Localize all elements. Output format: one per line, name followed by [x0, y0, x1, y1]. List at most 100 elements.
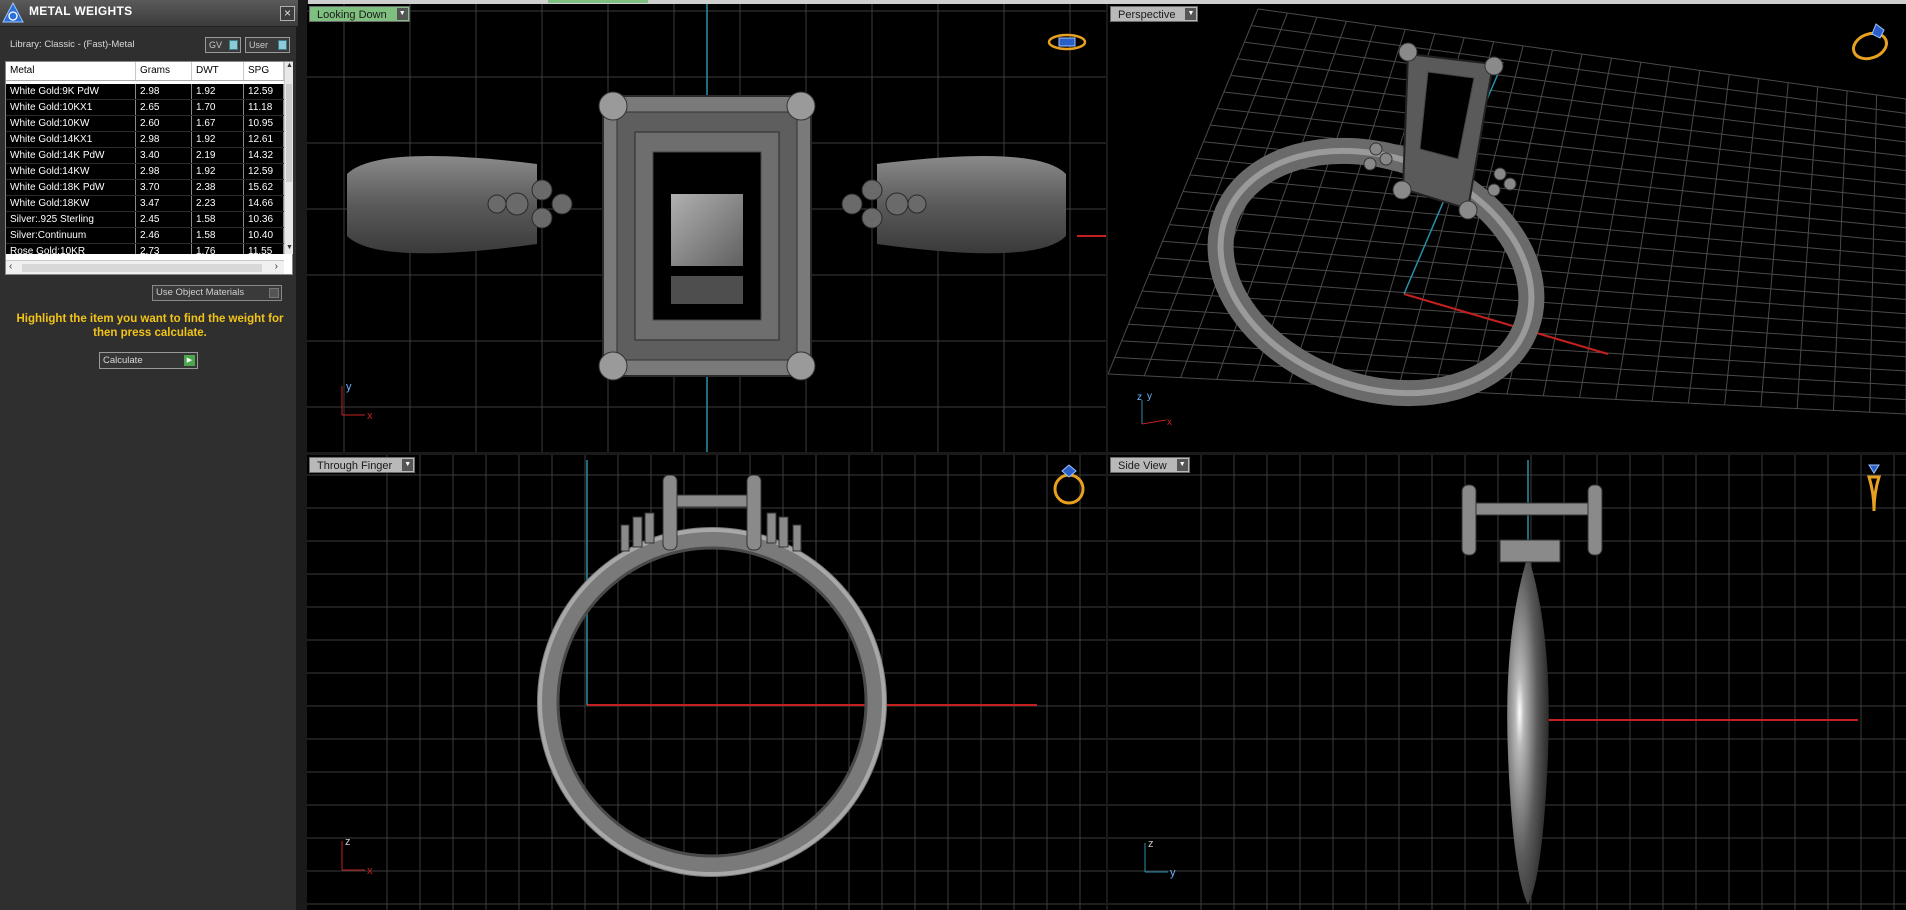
ring-front-icon[interactable]: [1049, 463, 1089, 507]
scroll-right-arrow-icon[interactable]: ›: [275, 261, 278, 272]
axis-label-y: y: [1147, 391, 1152, 402]
cell-spg: 12.59: [244, 164, 284, 179]
cell-dwt: 1.70: [192, 100, 244, 115]
table-row[interactable]: White Gold:18K PdW 3.70 2.38 15.62: [6, 180, 284, 196]
table-row[interactable]: White Gold:14KW 2.98 1.92 12.59: [6, 164, 284, 180]
scrollbar-thumb[interactable]: [286, 84, 292, 182]
user-toggle-label: User: [249, 40, 269, 50]
app-root: METAL WEIGHTS × Library: Classic - (Fast…: [0, 0, 1906, 910]
cell-dwt: 1.76: [192, 244, 244, 254]
close-button[interactable]: ×: [280, 6, 295, 21]
cell-metal: White Gold:9K PdW: [6, 84, 136, 99]
metal-weights-table: Metal Grams DWT SPG White Gold:9K PdW 2.9…: [5, 61, 293, 275]
scroll-left-arrow-icon[interactable]: ‹: [9, 261, 12, 272]
calculate-label: Calculate: [103, 355, 143, 366]
cell-grams: 2.73: [136, 244, 192, 254]
ring-top-icon[interactable]: [1046, 30, 1088, 54]
hscroll-thumb[interactable]: [22, 264, 262, 272]
viewport-perspective[interactable]: Perspective ▼ z y x: [1108, 4, 1906, 452]
side-view-scene: [1108, 455, 1906, 910]
panel-title-bar: METAL WEIGHTS ×: [0, 0, 298, 27]
use-object-materials-knob: [269, 288, 279, 298]
viewport-label-side-view[interactable]: Side View ▼: [1110, 457, 1190, 473]
column-header-spg[interactable]: SPG: [244, 62, 284, 80]
viewport-looking-down[interactable]: Looking Down ▼ y x: [307, 4, 1106, 452]
viewport-label-text: Side View: [1118, 460, 1167, 472]
cell-metal: White Gold:10KW: [6, 116, 136, 131]
side-view-head: [1461, 484, 1603, 563]
use-object-materials-label: Use Object Materials: [156, 287, 245, 298]
table-row[interactable]: White Gold:14KX1 2.98 1.92 12.61: [6, 132, 284, 148]
under-rail: [671, 276, 743, 304]
table-row[interactable]: Silver:.925 Sterling 2.45 1.58 10.36: [6, 212, 284, 228]
table-row[interactable]: Rose Gold:10KR 2.73 1.76 11.55: [6, 244, 284, 254]
ring-perspective-icon[interactable]: [1848, 20, 1892, 64]
cell-metal: White Gold:18K PdW: [6, 180, 136, 195]
table-row[interactable]: White Gold:14K PdW 3.40 2.19 14.32: [6, 148, 284, 164]
cell-spg: 10.40: [244, 228, 284, 243]
table-row[interactable]: White Gold:18KW 3.47 2.23 14.66: [6, 196, 284, 212]
cell-grams: 2.65: [136, 100, 192, 115]
cell-grams: 2.98: [136, 164, 192, 179]
cell-grams: 3.40: [136, 148, 192, 163]
cell-spg: 10.36: [244, 212, 284, 227]
cell-spg: 11.55: [244, 244, 284, 254]
column-header-metal[interactable]: Metal: [6, 62, 136, 80]
calculate-button[interactable]: Calculate ▶: [99, 352, 198, 369]
cell-grams: 2.45: [136, 212, 192, 227]
cell-dwt: 1.67: [192, 116, 244, 131]
axis-label-x: x: [1167, 417, 1172, 428]
user-toggle[interactable]: User: [245, 37, 290, 53]
panel-title: METAL WEIGHTS: [29, 4, 133, 18]
grid-lines: [307, 455, 1106, 910]
viewport-label-looking-down[interactable]: Looking Down ▼: [309, 6, 410, 22]
table-vertical-scrollbar[interactable]: ▲ ▼: [284, 62, 293, 254]
axis-label-y: y: [346, 381, 352, 393]
grid-line: [1615, 66, 1671, 400]
axis-label-z: z: [1148, 838, 1154, 850]
axis-label-x: x: [367, 410, 373, 422]
axis-label-x: x: [367, 865, 373, 877]
viewport-side-view[interactable]: Side View ▼ z y: [1108, 455, 1906, 910]
grid-line: [1687, 74, 1730, 404]
grid-line: [1724, 78, 1760, 405]
cell-grams: 2.98: [136, 84, 192, 99]
grid-lines: [1108, 455, 1906, 910]
cell-grams: 3.70: [136, 180, 192, 195]
grid-line: [1182, 191, 1906, 257]
cell-metal: White Gold:14KX1: [6, 132, 136, 147]
ring-circle-inner-edge: [556, 546, 868, 858]
use-object-materials-toggle[interactable]: Use Object Materials: [152, 285, 282, 301]
cell-dwt: 1.58: [192, 228, 244, 243]
axis-glyph-xy: y x: [341, 381, 373, 422]
table-horizontal-scrollbar[interactable]: ‹ ›: [6, 260, 284, 274]
viewport-through-finger[interactable]: Through Finger ▼ z x: [307, 455, 1106, 910]
scroll-up-arrow-icon[interactable]: ▲: [285, 62, 294, 72]
table-row[interactable]: White Gold:9K PdW 2.98 1.92 12.59: [6, 84, 284, 100]
column-header-grams[interactable]: Grams: [136, 62, 192, 80]
cell-dwt: 1.92: [192, 84, 244, 99]
through-finger-scene: [307, 455, 1106, 910]
table-row[interactable]: White Gold:10KW 2.60 1.67 10.95: [6, 116, 284, 132]
viewport-label-perspective[interactable]: Perspective ▼: [1110, 6, 1199, 22]
table-row[interactable]: Silver:Continuum 2.46 1.58 10.40: [6, 228, 284, 244]
viewport-label-text: Perspective: [1118, 9, 1176, 21]
dropdown-arrow-icon: ▼: [1185, 8, 1197, 20]
viewport-label-through-finger[interactable]: Through Finger ▼: [309, 457, 416, 473]
cell-dwt: 2.23: [192, 196, 244, 211]
scroll-down-arrow-icon[interactable]: ▼: [285, 244, 294, 254]
user-toggle-knob: [278, 40, 287, 50]
ring-side-icon[interactable]: [1860, 463, 1888, 515]
cell-metal: Silver:Continuum: [6, 228, 136, 243]
cell-spg: 11.18: [244, 100, 284, 115]
metal-weights-panel: METAL WEIGHTS × Library: Classic - (Fast…: [0, 0, 298, 910]
gv-toggle[interactable]: GV: [205, 37, 241, 53]
column-header-dwt[interactable]: DWT: [192, 62, 244, 80]
cell-dwt: 1.92: [192, 132, 244, 147]
cell-grams: 3.47: [136, 196, 192, 211]
axis-glyph-zx: z x: [341, 836, 373, 877]
play-icon: ▶: [184, 355, 195, 366]
viewport-label-text: Through Finger: [317, 460, 393, 472]
table-row[interactable]: White Gold:10KX1 2.65 1.70 11.18: [6, 100, 284, 116]
grid-line: [1108, 373, 1906, 415]
